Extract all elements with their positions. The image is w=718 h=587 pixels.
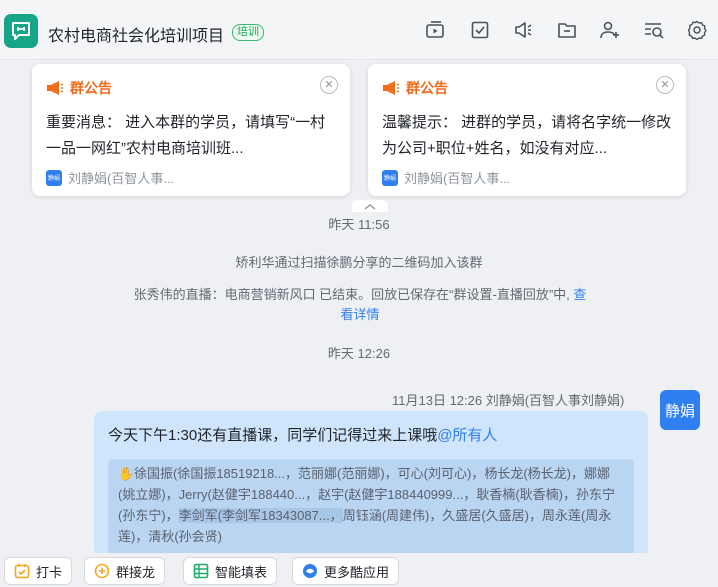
- announcement-label: 群公告: [70, 80, 112, 96]
- author-avatar: 静娟: [46, 169, 62, 186]
- search-history-icon[interactable]: [643, 19, 665, 41]
- sender-avatar[interactable]: 静娟: [660, 390, 700, 430]
- announcement-icon[interactable]: [512, 19, 534, 41]
- group-avatar[interactable]: [4, 14, 38, 48]
- checkin-icon: [14, 564, 30, 579]
- task-check-icon[interactable]: [469, 19, 491, 41]
- megaphone-icon: [383, 81, 400, 95]
- live-icon[interactable]: [424, 19, 446, 41]
- more-apps-button[interactable]: 更多酷应用: [292, 557, 400, 585]
- author-avatar: 静娟: [382, 169, 398, 186]
- time-separator: 昨天 12:26: [327, 346, 391, 361]
- message-text: 今天下午1:30还有直播课，同学们记得过来上课哦: [108, 427, 438, 444]
- form-icon: [193, 563, 209, 579]
- announcement-text: 重要消息： 进入本群的学员，请填写“一村一品一网红”农村电商培训班...: [46, 114, 326, 157]
- close-icon[interactable]: ✕: [320, 76, 338, 94]
- announcement-text: 温馨提示： 进群的学员，请将名字统一修改为公司+职位+姓名，如没有对应...: [382, 114, 672, 157]
- more-apps-icon: [303, 564, 317, 578]
- chat-header: 农村电商社会化培训项目 培训: [0, 0, 718, 60]
- announcement-card[interactable]: 群公告 ✕ 重要消息： 进入本群的学员，请填写“一村一品一网红”农村电商培训班.…: [32, 64, 350, 196]
- message-bubble[interactable]: 今天下午1:30还有直播课，同学们记得过来上课哦@所有人 ✋徐国振(徐国振185…: [94, 411, 648, 557]
- announcement-card[interactable]: 群公告 ✕ 温馨提示： 进群的学员，请将名字统一修改为公司+职位+姓名，如没有对…: [368, 64, 686, 196]
- checkin-label: 打卡: [36, 564, 63, 580]
- relay-label: 群接龙: [116, 564, 156, 580]
- smart-form-button[interactable]: 智能填表: [183, 557, 278, 585]
- mention-list: ✋徐国振(徐国振18519218...，范丽娜(范丽娜)，可心(刘可心)，杨长龙…: [108, 459, 634, 555]
- folder-icon[interactable]: [556, 19, 578, 41]
- mention-all[interactable]: @所有人: [437, 427, 497, 444]
- live-ended-text: 张秀伟的直播：电商营销新风口 已结束。回放已保存在“群设置-直播回放”中,: [133, 287, 570, 302]
- time-separator: 昨天 11:56: [328, 217, 390, 232]
- system-message-live: 张秀伟的直播：电商营销新风口 已结束。回放已保存在“群设置-直播回放”中, 查看…: [130, 285, 590, 325]
- smart-form-label: 智能填表: [215, 564, 268, 580]
- collapse-announcements-button[interactable]: [352, 200, 388, 212]
- add-member-icon[interactable]: [599, 19, 621, 41]
- megaphone-icon: [47, 81, 64, 95]
- group-name: 农村电商社会化培训项目: [48, 28, 225, 45]
- hand-icon: ✋: [118, 466, 135, 481]
- close-icon[interactable]: ✕: [656, 76, 674, 94]
- app-toolbar: 打卡 群接龙 智能填表 更多酷应用: [0, 553, 718, 587]
- mention-list-highlight: 李剑军(李剑军18343087...，: [178, 508, 343, 523]
- relay-icon: [94, 563, 110, 579]
- announcement-author: 刘静娟(百智人事...: [68, 171, 175, 186]
- message-meta: 11月13日 12:26 刘静娟(百智人事刘静娟): [392, 393, 625, 408]
- settings-icon[interactable]: [686, 19, 708, 41]
- announcement-label: 群公告: [406, 80, 448, 96]
- announcement-author: 刘静娟(百智人事...: [404, 171, 511, 186]
- chevron-up-icon: [364, 203, 376, 210]
- chat-bubble-icon: [12, 22, 30, 40]
- checkin-button[interactable]: 打卡: [4, 557, 73, 585]
- system-message-join: 矫利华通过扫描徐鹏分享的二维码加入该群: [235, 255, 483, 270]
- group-tag: 培训: [232, 24, 264, 41]
- more-apps-label: 更多酷应用: [324, 564, 390, 580]
- relay-button[interactable]: 群接龙: [84, 557, 166, 585]
